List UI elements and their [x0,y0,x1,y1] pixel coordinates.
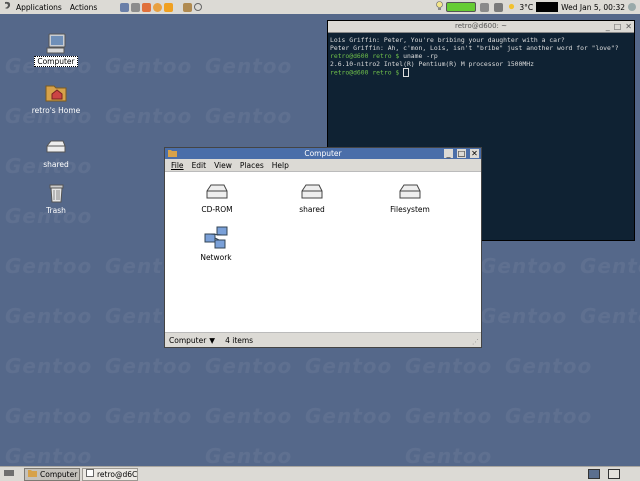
user-icon[interactable] [628,3,636,11]
window-title: retro@d600: ~ [454,22,508,30]
item-count: 4 items [225,335,254,345]
battery-indicator[interactable] [446,2,477,12]
tray-applet[interactable] [536,2,559,12]
clock[interactable]: Wed Jan 5, 00:32 [561,3,625,12]
maximize-button[interactable]: □ [457,149,466,158]
file-item-network[interactable]: Network [181,224,251,262]
desktop-icon-trash[interactable]: Trash [21,180,91,215]
network-icon [203,224,229,250]
drive-icon [397,182,423,202]
drive-icon [44,134,68,158]
window-title: Computer [304,149,342,158]
file-item-label: Filesystem [390,205,430,214]
search-icon[interactable] [194,3,203,11]
terminal-output[interactable]: Lois Griffin: Peter, You're bribing your… [328,33,634,80]
menu-help[interactable]: Help [272,161,289,170]
gentoo-logo-icon[interactable] [3,1,12,13]
file-item-label: Network [200,253,232,262]
close-button[interactable]: ✕ [625,21,632,32]
menu-edit[interactable]: Edit [192,161,207,170]
weather-icon [507,2,516,13]
home-folder-icon [44,80,68,104]
desktop-icon-label: Trash [46,206,66,215]
file-view[interactable]: CD-ROM shared Filesystem Network [165,172,481,332]
menu-view[interactable]: View [214,161,232,170]
file-item-label: CD-ROM [201,205,233,214]
workspace-switcher-icon[interactable] [588,469,600,481]
resize-grip-icon[interactable]: ⋰ [472,338,479,346]
task-label: Computer [40,469,78,479]
cdrom-drive-icon [204,182,230,202]
status-bar: Computer ▼ 4 items ⋰ [165,332,481,347]
network-icon[interactable] [480,2,490,12]
terminal-icon [86,469,94,479]
terminal-cursor [403,68,410,77]
terminal-line: uname -rp [403,52,438,60]
terminal-prompt: retro@d600 retro $ [330,52,404,60]
terminal-titlebar[interactable]: retro@d600: ~ _ □ ✕ [328,21,634,33]
volume-icon[interactable] [494,2,504,12]
launcher-icon[interactable] [120,2,130,12]
trash-icon [44,180,68,204]
desktop-icon-shared[interactable]: shared [21,134,91,169]
file-item-shared[interactable]: shared [277,182,347,214]
drive-icon [299,182,325,202]
desktop-icon-home[interactable]: retro's Home [21,80,91,115]
minimize-button[interactable]: _ [606,21,610,32]
firefox-icon[interactable] [153,2,163,12]
location-dropdown[interactable]: Computer ▼ [169,336,215,345]
location-label: Computer [169,335,207,345]
actions-menu[interactable]: Actions [66,3,101,12]
minimize-button[interactable]: _ [444,149,453,158]
terminal-prompt: retro@d600 retro $ [330,68,404,77]
maximize-button[interactable]: □ [614,21,622,32]
terminal-line: Lois Griffin: Peter, You're bribing your… [330,36,565,44]
dropdown-arrow-icon: ▼ [209,335,216,345]
launcher-icon[interactable] [183,2,193,12]
menu-places[interactable]: Places [240,161,264,170]
menu-file[interactable]: File [171,161,184,170]
file-item-label: shared [299,205,325,214]
desktop-icon-label: retro's Home [31,106,81,115]
taskbar-button-terminal[interactable]: retro@d6C [82,467,138,481]
applications-menu[interactable]: Applications [12,3,66,12]
system-tray: 3°C Wed Jan 5, 00:32 [436,0,640,14]
file-manager-window[interactable]: Computer _ □ ✕ File Edit View Places Hel… [164,147,482,348]
desktop-icon-label: Computer [34,56,78,67]
desktop-icon-label: shared [43,160,69,169]
folder-icon [168,149,177,160]
lightbulb-icon[interactable] [436,1,444,13]
launcher-icon[interactable] [131,2,141,12]
vlc-icon[interactable] [164,2,174,12]
bottom-panel: Computer retro@d6C [0,466,640,481]
temperature: 3°C [519,2,534,12]
desktop-icon-computer[interactable]: Computer [21,31,91,67]
computer-icon [44,31,68,55]
workspace-switcher-icon[interactable] [608,469,620,481]
file-item-filesystem[interactable]: Filesystem [375,182,445,214]
menu-bar: File Edit View Places Help [165,159,481,172]
close-button[interactable]: ✕ [470,149,479,158]
file-item-cdrom[interactable]: CD-ROM [182,182,252,214]
top-panel: Applications Actions 3°C Wed Jan 5, 00:3… [0,0,640,15]
launcher-icon[interactable] [142,2,152,12]
taskbar-button-computer[interactable]: Computer [24,467,80,481]
folder-icon [28,469,37,479]
task-label: retro@d6C [97,469,138,479]
terminal-line: Peter Griffin: Ah, c'mon, Lois, isn't "b… [330,44,619,52]
terminal-line: 2.6.10-nitro2 Intel(R) Pentium(R) M proc… [330,60,534,68]
show-desktop-icon[interactable] [4,469,14,479]
file-manager-titlebar[interactable]: Computer _ □ ✕ [165,148,481,159]
